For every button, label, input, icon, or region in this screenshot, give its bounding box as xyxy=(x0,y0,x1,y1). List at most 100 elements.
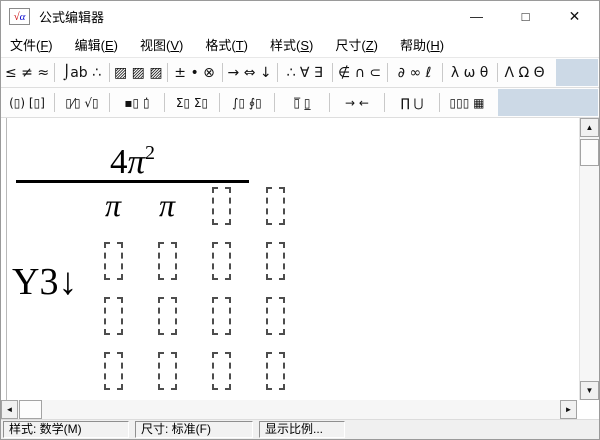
empty-slot-placeholder[interactable] xyxy=(211,242,231,280)
fence-templates-button[interactable]: (▯) [▯] xyxy=(1,88,53,117)
toolbar-separator xyxy=(384,93,385,112)
embellishments-button[interactable]: ▨ ▨ ▨ xyxy=(111,58,166,87)
matrix-templates-button[interactable]: ▯▯▯ ▦ xyxy=(441,88,493,117)
matrix-cell-pi: π xyxy=(158,187,176,223)
scroll-down-button[interactable]: ▼ xyxy=(580,381,599,400)
status-style-panel[interactable]: 样式: 数学(M) xyxy=(3,421,129,438)
vertical-scrollbar: ▲ ▼ xyxy=(579,118,599,400)
empty-slot-placeholder[interactable] xyxy=(265,297,285,335)
numerator-coefficient: 4 xyxy=(109,142,128,181)
logical-symbols-button[interactable]: ∴ ∀ ∃ xyxy=(279,58,331,87)
scroll-up-button[interactable]: ▲ xyxy=(580,118,599,137)
label-text: Y3 xyxy=(12,261,59,303)
canvas-left-edge xyxy=(6,118,7,400)
toolbar-separator xyxy=(109,63,110,82)
misc-symbols-button[interactable]: ∂ ∞ ℓ xyxy=(389,58,441,87)
product-set-templates-button[interactable]: ∏ ⋃ xyxy=(386,88,438,117)
toolbar-separator xyxy=(219,93,220,112)
matrix-cell-pi: π xyxy=(104,187,122,223)
empty-slot-placeholder[interactable] xyxy=(265,242,285,280)
greek-uppercase-button[interactable]: Λ Ω Θ xyxy=(499,58,551,87)
set-theory-symbols-button[interactable]: ∉ ∩ ⊂ xyxy=(334,58,386,87)
toolbar-separator xyxy=(276,63,278,82)
greek-lowercase-button[interactable]: λ ω θ xyxy=(444,58,496,87)
matrix-grid: π π xyxy=(86,185,302,400)
window-title: 公式编辑器 xyxy=(39,9,105,25)
empty-slot-placeholder[interactable] xyxy=(265,187,285,225)
menu-bar: 文件(F) 编辑(E) 视图(V) 格式(T) 样式(S) 尺寸(Z) 帮助(H… xyxy=(1,31,599,58)
down-arrow-glyph: ↓ xyxy=(58,261,78,303)
toolbar-separator xyxy=(54,93,55,112)
menu-format[interactable]: 格式(T) xyxy=(205,35,248,54)
template-toolbar: (▯) [▯] ▯⁄▯ √▯ ▪▯ ▯̇ Σ▯ Σ▯ ∫▯ ∮▯ ▯̅ ▯̲ →… xyxy=(1,88,599,118)
toolbar-separator xyxy=(439,93,440,112)
menu-size[interactable]: 尺寸(Z) xyxy=(335,35,378,54)
status-bar: 样式: 数学(M) 尺寸: 标准(F) 显示比例... xyxy=(1,419,599,439)
toolbar-separator xyxy=(329,93,330,112)
empty-slot-placeholder[interactable] xyxy=(103,352,123,390)
labeled-arrow-templates-button[interactable]: → ← xyxy=(331,88,383,117)
summation-templates-button[interactable]: Σ▯ Σ▯ xyxy=(166,88,218,117)
equation-editor-app-icon: √ α xyxy=(9,7,30,25)
empty-slot-placeholder[interactable] xyxy=(157,352,177,390)
toolbar-filler xyxy=(498,89,598,116)
numerator-pi: π xyxy=(127,142,146,181)
underbar-overbar-templates-button[interactable]: ▯̅ ▯̲ xyxy=(276,88,328,117)
relational-symbols-button[interactable]: ≤ ≠ ≈ xyxy=(1,58,53,87)
empty-slot-placeholder[interactable] xyxy=(103,242,123,280)
horizontal-scroll-track[interactable] xyxy=(42,400,560,419)
arrow-symbols-button[interactable]: → ⇔ ↓ xyxy=(224,58,276,87)
alpha-icon-glyph: α xyxy=(19,10,26,23)
menu-file[interactable]: 文件(F) xyxy=(10,35,53,54)
empty-slot-placeholder[interactable] xyxy=(103,297,123,335)
toolbar-separator xyxy=(441,63,443,82)
title-bar: √ α 公式编辑器 — □ ✕ xyxy=(1,1,599,31)
subscript-superscript-templates-button[interactable]: ▪▯ ▯̇ xyxy=(111,88,163,117)
spaces-ellipses-button[interactable]: ⌡ab ∴ xyxy=(56,58,108,87)
numerator-exponent: 2 xyxy=(145,142,156,164)
toolbar-separator xyxy=(164,93,165,112)
equation-canvas[interactable]: 4π2 π π Y3↓ xyxy=(1,118,579,400)
empty-slot-placeholder[interactable] xyxy=(157,297,177,335)
toolbar-separator xyxy=(166,63,168,82)
scroll-left-button[interactable]: ◄ xyxy=(1,400,18,419)
empty-slot-placeholder[interactable] xyxy=(157,242,177,280)
equation-label-y3: Y3↓ xyxy=(12,263,77,301)
content-area: 4π2 π π Y3↓ ▲ ▼ xyxy=(1,118,599,400)
toolbar-separator xyxy=(109,93,110,112)
fraction-radical-templates-button[interactable]: ▯⁄▯ √▯ xyxy=(56,88,108,117)
scrollbar-corner xyxy=(577,400,599,419)
operator-symbols-button[interactable]: ± • ⊗ xyxy=(169,58,221,87)
status-zoom-panel[interactable]: 显示比例... xyxy=(259,421,345,438)
toolbar-separator xyxy=(331,63,333,82)
horizontal-scrollbar-row: ◄ ► xyxy=(1,400,599,419)
equation-editor-window: √ α 公式编辑器 — □ ✕ 文件(F) 编辑(E) 视图(V) 格式(T) 样… xyxy=(0,0,600,440)
maximize-button[interactable]: □ xyxy=(501,1,550,31)
symbol-toolbar: ≤ ≠ ≈ ⌡ab ∴ ▨ ▨ ▨ ± • ⊗ → ⇔ ↓ ∴ ∀ ∃ ∉ ∩ … xyxy=(1,58,599,88)
empty-slot-placeholder[interactable] xyxy=(211,187,231,225)
toolbar-separator xyxy=(221,63,223,82)
close-button[interactable]: ✕ xyxy=(550,1,599,31)
vertical-scroll-track[interactable] xyxy=(580,166,599,381)
minimize-button[interactable]: — xyxy=(452,1,501,31)
horizontal-scroll-thumb[interactable] xyxy=(19,400,42,419)
menu-style[interactable]: 样式(S) xyxy=(270,35,313,54)
empty-slot-placeholder[interactable] xyxy=(265,352,285,390)
menu-view[interactable]: 视图(V) xyxy=(140,35,183,54)
horizontal-scrollbar: ◄ ► xyxy=(1,400,577,419)
toolbar-separator xyxy=(496,63,498,82)
fraction-bar xyxy=(16,180,249,183)
toolbar-separator xyxy=(386,63,388,82)
menu-edit[interactable]: 编辑(E) xyxy=(75,35,118,54)
toolbar-filler xyxy=(555,59,598,86)
toolbar-separator xyxy=(54,63,55,82)
integral-templates-button[interactable]: ∫▯ ∮▯ xyxy=(221,88,273,117)
fraction-numerator: 4π2 xyxy=(16,132,249,183)
scroll-right-button[interactable]: ► xyxy=(560,400,577,419)
empty-slot-placeholder[interactable] xyxy=(211,352,231,390)
vertical-scroll-thumb[interactable] xyxy=(580,139,599,166)
window-controls: — □ ✕ xyxy=(452,1,599,31)
status-size-panel[interactable]: 尺寸: 标准(F) xyxy=(135,421,253,438)
menu-help[interactable]: 帮助(H) xyxy=(400,35,444,54)
empty-slot-placeholder[interactable] xyxy=(211,297,231,335)
